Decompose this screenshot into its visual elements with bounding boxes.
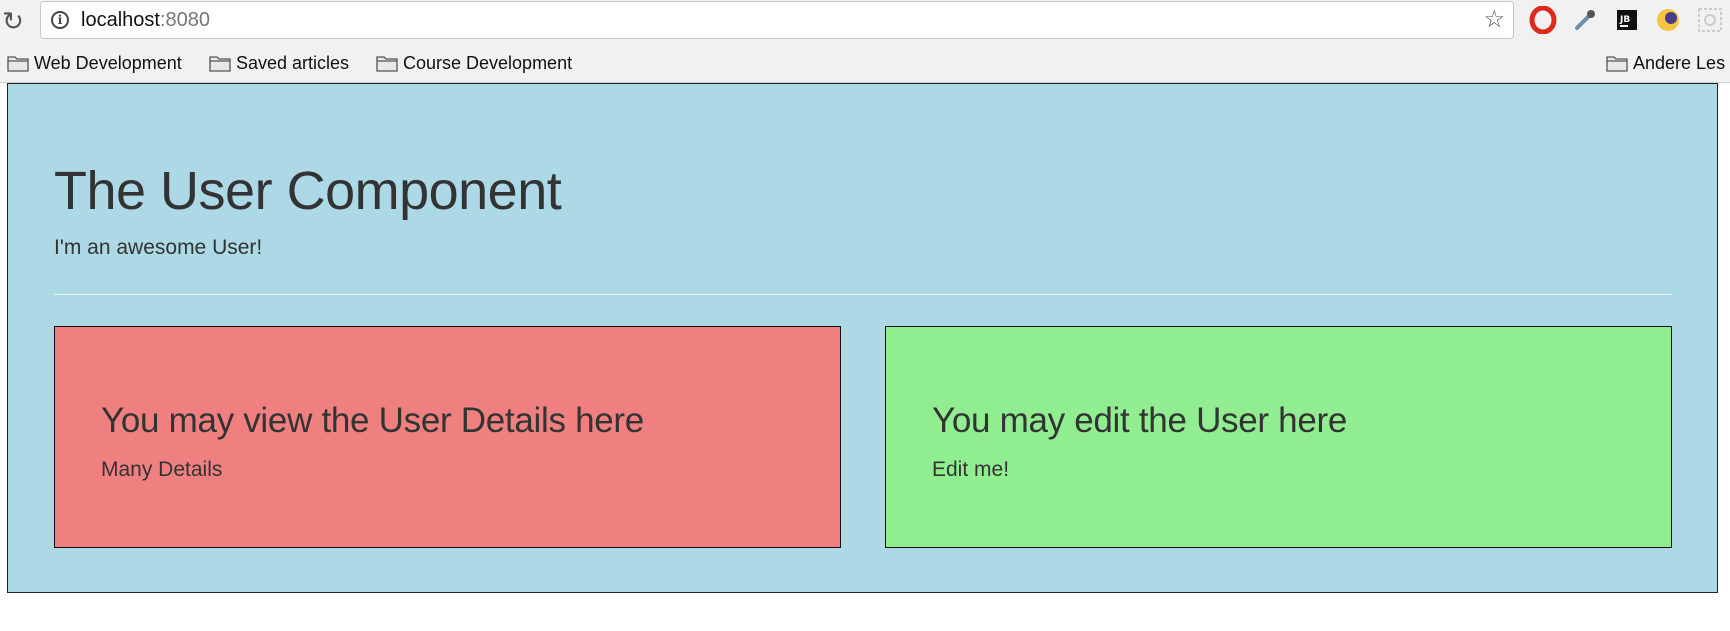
bookmark-label: Course Development: [403, 52, 573, 73]
bookmark-label: Andere Les: [1633, 52, 1726, 73]
user-edit-card: You may edit the User here Edit me!: [885, 326, 1672, 548]
user-edit-heading: You may edit the User here: [932, 401, 1348, 440]
divider: [54, 294, 1672, 295]
address-bar[interactable]: i localhost:8080 ☆: [40, 1, 1514, 39]
jetbrains-icon[interactable]: JB: [1613, 6, 1641, 34]
folder-icon: [209, 56, 231, 72]
folder-icon: [1606, 56, 1628, 72]
bookmark-saved-articles[interactable]: Saved articles: [209, 51, 349, 75]
reload-icon[interactable]: ↻: [0, 6, 26, 36]
user-component: The User Component I'm an awesome User! …: [7, 83, 1718, 593]
info-icon[interactable]: i: [51, 11, 69, 29]
folder-icon: [376, 56, 398, 72]
user-edit-text: Edit me!: [932, 458, 1010, 481]
folder-icon: [7, 56, 29, 72]
url-text[interactable]: localhost:8080: [81, 9, 210, 32]
url-port: :8080: [159, 9, 210, 31]
svg-text:JB: JB: [1619, 15, 1630, 25]
gear-icon[interactable]: [1696, 6, 1724, 34]
opera-icon[interactable]: [1529, 5, 1557, 35]
user-details-text: Many Details: [101, 458, 223, 481]
bookmark-label: Saved articles: [236, 52, 350, 73]
browser-toolbar: ↻ i localhost:8080 ☆ JB: [0, 0, 1730, 44]
user-details-card: You may view the User Details here Many …: [54, 326, 841, 548]
bookmark-other[interactable]: Andere Les: [1606, 51, 1725, 75]
moon-icon[interactable]: [1654, 6, 1682, 34]
bookmark-label: Web Development: [34, 52, 182, 73]
page-subtitle: I'm an awesome User!: [54, 236, 263, 259]
bookmark-web-development[interactable]: Web Development: [7, 51, 182, 75]
bookmark-course-development[interactable]: Course Development: [376, 51, 572, 75]
bookmark-star-icon[interactable]: ☆: [1483, 5, 1505, 34]
url-host: localhost: [81, 9, 160, 31]
eyedropper-icon[interactable]: [1571, 6, 1599, 34]
page-title: The User Component: [54, 161, 562, 221]
bookmarks-bar: Web Development Saved articles Course De…: [0, 44, 1730, 83]
user-details-heading: You may view the User Details here: [101, 401, 644, 440]
